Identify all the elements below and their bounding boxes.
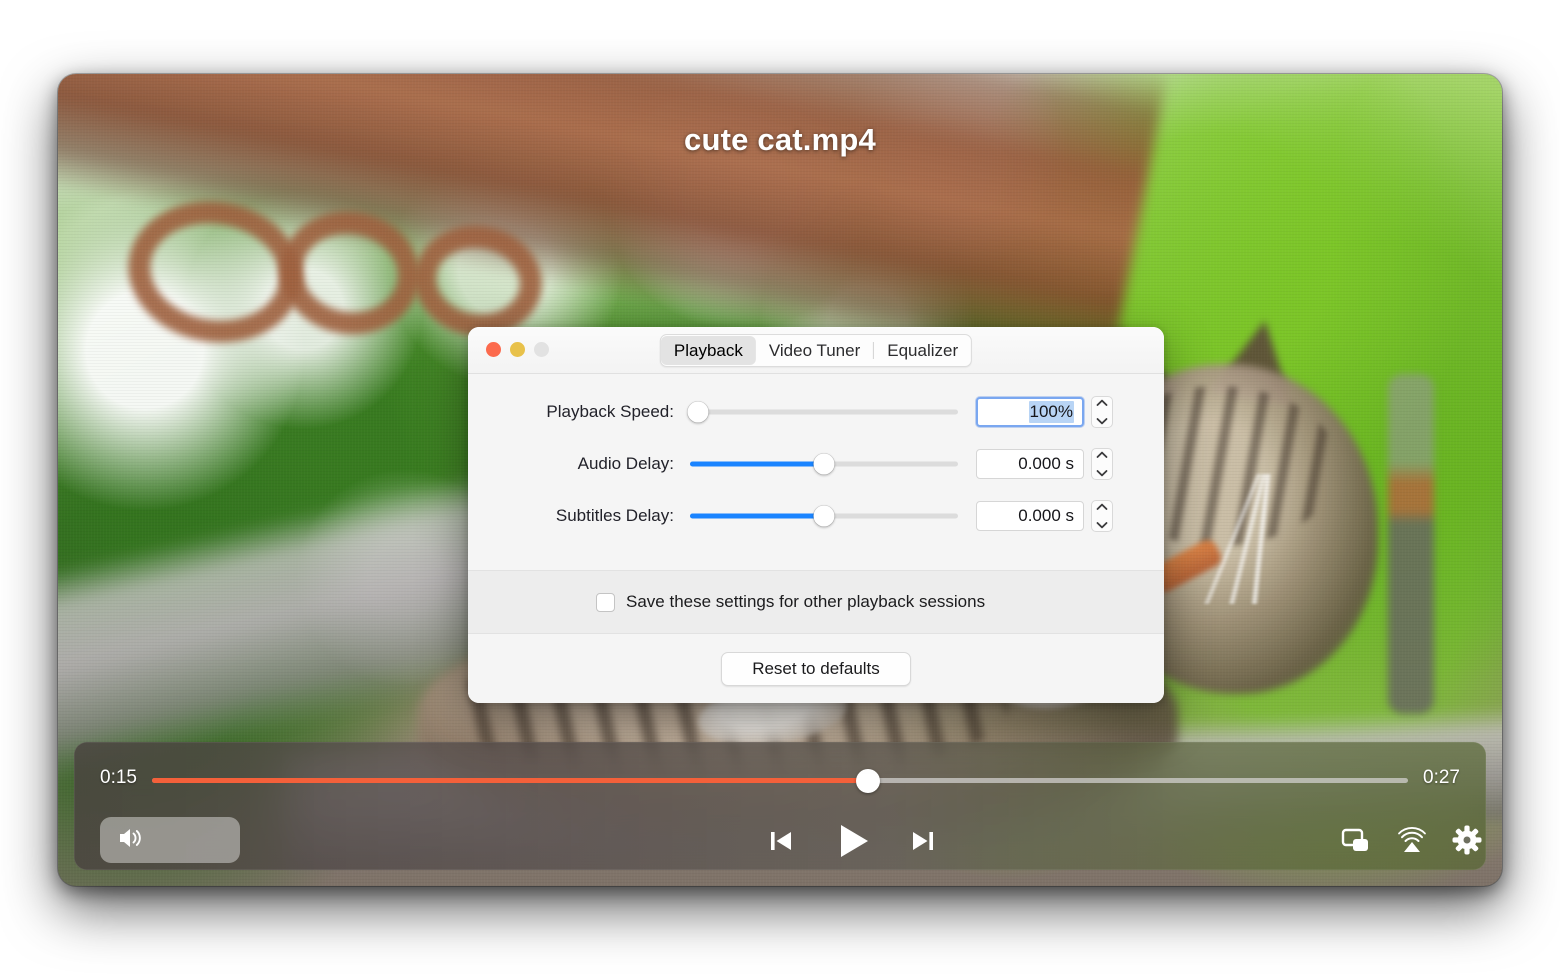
save-settings-checkbox[interactable] xyxy=(596,592,615,612)
playback-controls-bar: 0:15 0:27 xyxy=(74,742,1486,870)
garden-post xyxy=(1388,374,1434,714)
chevron-down-icon xyxy=(1096,470,1108,477)
settings-tab-group: Playback Video Tuner Equalizer xyxy=(659,334,973,367)
speaker-volume-icon xyxy=(116,825,146,856)
minimize-button[interactable] xyxy=(510,342,525,357)
next-track-icon[interactable] xyxy=(906,824,940,858)
audio-delay-value: 0.000 s xyxy=(1018,454,1074,473)
total-time-label: 0:27 xyxy=(1423,767,1460,788)
chevron-down-icon xyxy=(1096,418,1108,425)
setting-row-audio-delay: Audio Delay: 0.000 s xyxy=(468,442,1164,486)
dialog-settings-body: Playback Speed: 100% Audio Delay: 0.000 … xyxy=(468,374,1164,570)
tab-playback[interactable]: Playback xyxy=(660,336,756,365)
seek-bar[interactable] xyxy=(152,768,1408,793)
seek-bar-progress xyxy=(152,778,868,783)
tab-video-tuner[interactable]: Video Tuner xyxy=(756,336,873,365)
slider-knob[interactable] xyxy=(687,401,709,423)
audio-delay-label: Audio Delay: xyxy=(577,454,674,473)
setting-row-playback-speed: Playback Speed: 100% xyxy=(468,390,1164,434)
airplay-icon[interactable] xyxy=(1396,824,1428,856)
chevron-up-icon xyxy=(1096,503,1108,510)
chevron-down-icon xyxy=(1096,522,1108,529)
dialog-footer: Reset to defaults xyxy=(468,634,1164,703)
slider-track xyxy=(690,409,958,415)
save-settings-section: Save these settings for other playback s… xyxy=(468,570,1164,634)
zoom-button xyxy=(534,342,549,357)
close-button[interactable] xyxy=(486,342,501,357)
window-traffic-lights xyxy=(486,342,549,357)
slider-fill xyxy=(690,513,824,519)
subtitles-delay-label: Subtitles Delay: xyxy=(555,506,674,525)
previous-track-icon[interactable] xyxy=(764,824,798,858)
audio-delay-stepper[interactable] xyxy=(1091,448,1113,480)
picture-in-picture-icon[interactable] xyxy=(1340,826,1372,856)
setting-row-subtitles-delay: Subtitles Delay: 0.000 s xyxy=(468,494,1164,538)
volume-slider-control[interactable] xyxy=(100,817,240,863)
subtitles-delay-stepper[interactable] xyxy=(1091,500,1113,532)
slider-knob[interactable] xyxy=(813,505,835,527)
chevron-up-icon xyxy=(1096,451,1108,458)
slider-knob[interactable] xyxy=(813,453,835,475)
video-player-window: cute cat.mp4 0:15 0:27 Playback Video Tu… xyxy=(58,74,1502,886)
playback-speed-value: 100% xyxy=(1028,401,1074,423)
playback-speed-slider[interactable] xyxy=(687,401,958,423)
reset-to-defaults-button[interactable]: Reset to defaults xyxy=(721,652,911,686)
video-title-overlay: cute cat.mp4 xyxy=(684,122,876,157)
subtitles-delay-input[interactable]: 0.000 s xyxy=(976,501,1084,531)
dialog-titlebar: Playback Video Tuner Equalizer xyxy=(468,327,1164,374)
gear-icon[interactable] xyxy=(1451,824,1483,856)
subtitles-delay-value: 0.000 s xyxy=(1018,506,1074,525)
audio-delay-input[interactable]: 0.000 s xyxy=(976,449,1084,479)
playback-speed-stepper[interactable] xyxy=(1091,396,1113,428)
save-settings-label: Save these settings for other playback s… xyxy=(626,592,986,611)
chevron-up-icon xyxy=(1096,399,1108,406)
playback-speed-input[interactable]: 100% xyxy=(976,397,1084,427)
scrubber-row: 0:15 0:27 xyxy=(74,742,1486,814)
tab-equalizer[interactable]: Equalizer xyxy=(874,336,971,365)
elapsed-time-label: 0:15 xyxy=(100,767,137,788)
play-icon[interactable] xyxy=(829,818,877,864)
seek-bar-handle[interactable] xyxy=(855,768,880,793)
audio-delay-slider[interactable] xyxy=(690,453,958,475)
transport-buttons-row xyxy=(74,814,1486,870)
slider-fill xyxy=(690,461,824,467)
save-settings-checkbox-row[interactable]: Save these settings for other playback s… xyxy=(596,592,985,612)
playback-speed-label: Playback Speed: xyxy=(546,402,674,421)
playback-settings-dialog: Playback Video Tuner Equalizer Playback … xyxy=(468,327,1164,703)
subtitles-delay-slider[interactable] xyxy=(690,505,958,527)
